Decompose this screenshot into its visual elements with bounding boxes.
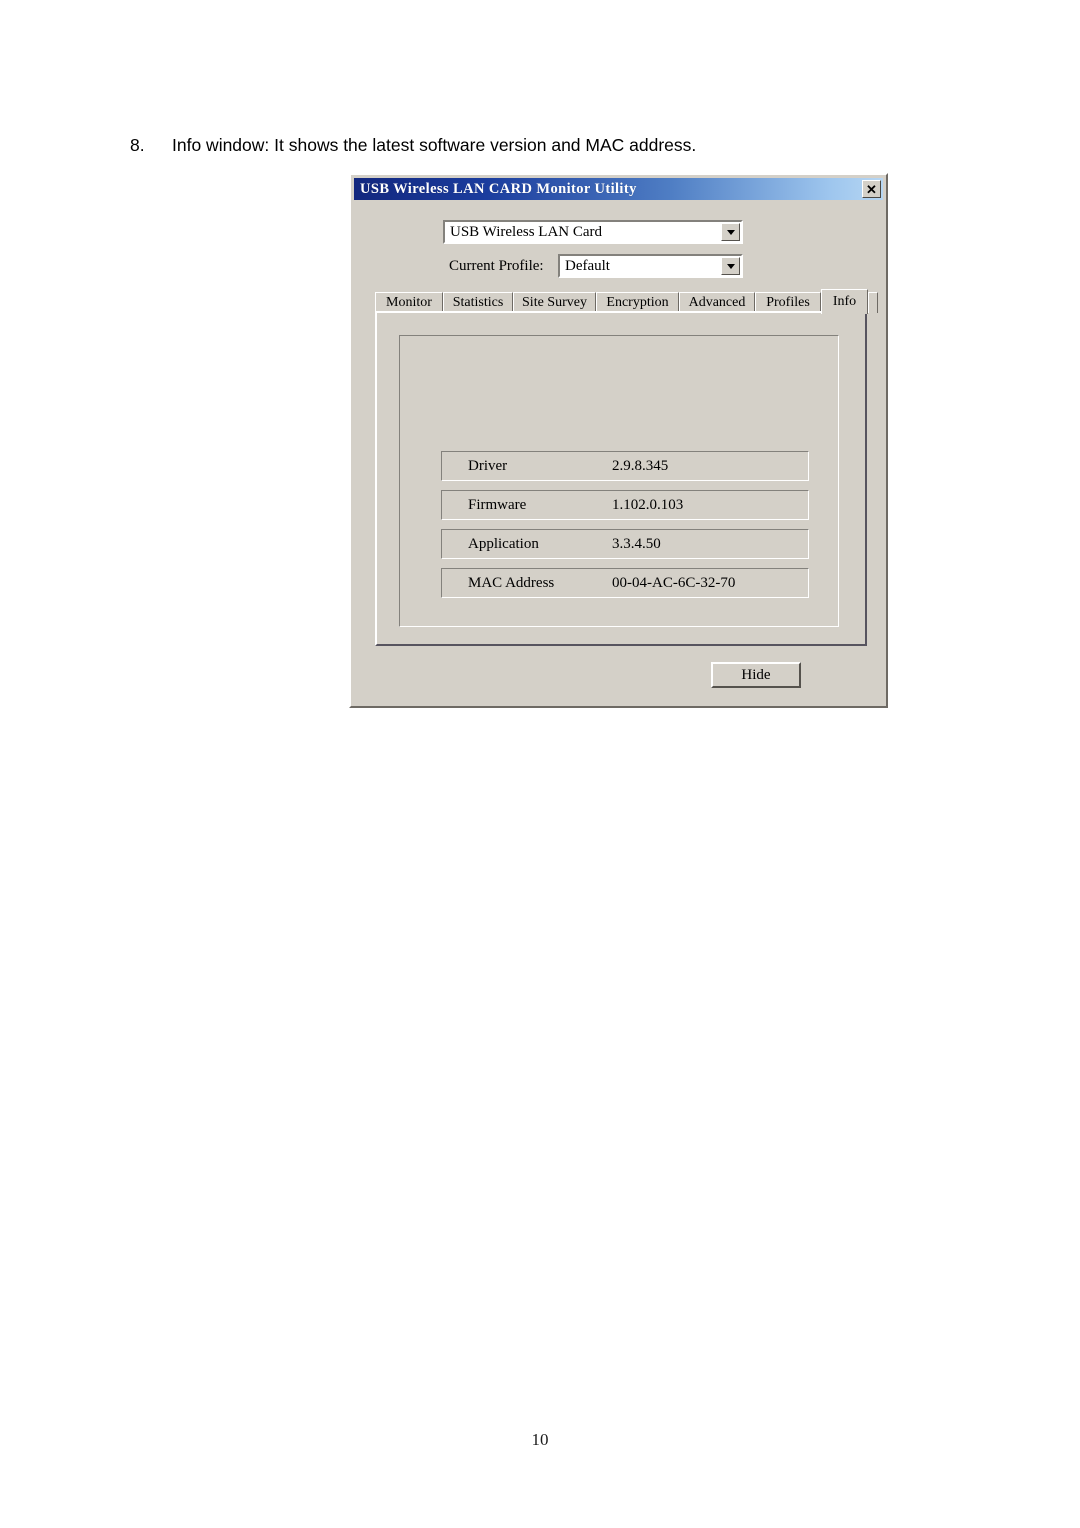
close-button[interactable]: ✕ <box>862 180 881 198</box>
adapter-select-value: USB Wireless LAN Card <box>450 223 603 240</box>
tab-statistics[interactable]: Statistics <box>443 292 513 313</box>
firmware-value: 1.102.0.103 <box>612 496 684 513</box>
tab-monitor-label: Monitor <box>386 295 432 310</box>
mac-address-value: 00-04-AC-6C-32-70 <box>612 574 736 591</box>
step-number: 8. <box>130 135 145 155</box>
driver-label: Driver <box>468 457 508 474</box>
info-groupbox: Driver 2.9.8.345 Firmware 1.102.0.103 Ap… <box>399 335 839 627</box>
driver-value: 2.9.8.345 <box>612 457 669 474</box>
window-titlebar: USB Wireless LAN CARD Monitor Utility ✕ <box>354 178 883 200</box>
close-icon: ✕ <box>866 181 877 197</box>
step-text: Info window: It shows the latest softwar… <box>172 135 697 155</box>
application-label: Application <box>468 535 539 552</box>
page-number: 10 <box>531 1430 549 1449</box>
tab-profiles-label: Profiles <box>766 295 810 310</box>
table-row: Application 3.3.4.50 <box>441 529 809 559</box>
tab-encryption[interactable]: Encryption <box>596 292 679 313</box>
table-row: Firmware 1.102.0.103 <box>441 490 809 520</box>
monitor-utility-window: USB Wireless LAN CARD Monitor Utility ✕ … <box>349 173 888 708</box>
firmware-label: Firmware <box>468 496 527 513</box>
table-row: Driver 2.9.8.345 <box>441 451 809 481</box>
chevron-down-icon[interactable] <box>721 223 740 241</box>
current-profile-value: Default <box>565 257 610 274</box>
info-tab-panel: Driver 2.9.8.345 Firmware 1.102.0.103 Ap… <box>375 311 867 646</box>
tab-info[interactable]: Info <box>821 289 868 314</box>
info-table: Driver 2.9.8.345 Firmware 1.102.0.103 Ap… <box>441 451 809 607</box>
application-value: 3.3.4.50 <box>612 535 661 552</box>
tab-strip-filler <box>868 292 878 313</box>
tab-advanced[interactable]: Advanced <box>679 292 755 313</box>
tab-strip: Monitor Statistics Site Survey Encryptio… <box>375 289 878 314</box>
hide-button-label: Hide <box>741 666 771 683</box>
tab-monitor[interactable]: Monitor <box>375 292 443 313</box>
tab-site-survey-label: Site Survey <box>522 295 587 310</box>
tab-advanced-label: Advanced <box>688 295 746 310</box>
window-title: USB Wireless LAN CARD Monitor Utility <box>360 180 637 197</box>
adapter-select[interactable]: USB Wireless LAN Card <box>443 220 743 244</box>
tab-profiles[interactable]: Profiles <box>755 292 821 313</box>
mac-address-label: MAC Address <box>468 574 555 591</box>
current-profile-label: Current Profile: <box>449 258 544 274</box>
hide-button[interactable]: Hide <box>711 662 801 688</box>
tab-info-label: Info <box>832 294 857 309</box>
tab-statistics-label: Statistics <box>452 295 504 310</box>
chevron-down-icon[interactable] <box>721 257 740 275</box>
table-row: MAC Address 00-04-AC-6C-32-70 <box>441 568 809 598</box>
tab-site-survey[interactable]: Site Survey <box>513 292 596 313</box>
tab-encryption-label: Encryption <box>606 295 669 310</box>
current-profile-select[interactable]: Default <box>558 254 743 278</box>
instruction-step: 8. Info window: It shows the latest softw… <box>130 135 930 156</box>
